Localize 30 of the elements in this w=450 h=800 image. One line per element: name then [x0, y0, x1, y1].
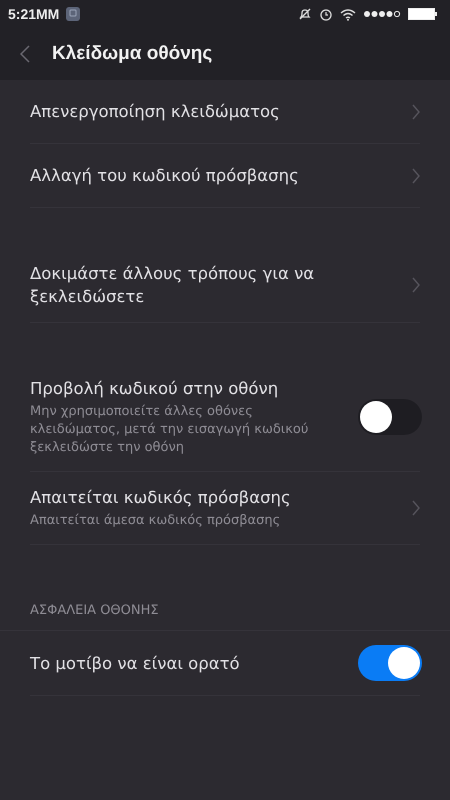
back-icon[interactable] — [20, 45, 30, 63]
toggle-switch[interactable] — [358, 645, 422, 681]
setting-label: Το μοτίβο να είναι ορατό — [30, 652, 241, 674]
toggle-setting-row[interactable]: Προβολή κωδικού στην οθόνη Μην χρησιμοποιείτε άλλες οθόνες κλειδώματος, μετά την εισαγωγή κωδικού ξεκλειδώστε την οθόνη — [30, 363, 420, 472]
toggle-setting-row[interactable]: Το μοτίβο να είναι ορατό — [30, 631, 420, 696]
setting-label: Αλλαγή του κωδικού πρόσβασης — [30, 165, 300, 187]
setting-label: Απαιτείται κωδικός πρόσβασης — [30, 487, 292, 509]
app-notification-icon — [66, 7, 80, 21]
section-header: ΑΣΦΑΛΕΙΑ ΟΘΟΝΗΣ — [0, 585, 450, 631]
setting-label: Απενεργοποίηση κλειδώματος — [30, 101, 281, 123]
setting-row[interactable]: Απαιτείται κωδικός πρόσβασης Απαιτείται άμεσα κωδικός πρόσβασης — [30, 472, 420, 545]
signal-icon — [363, 10, 401, 18]
setting-label: Προβολή κωδικού στην οθόνη — [30, 378, 280, 400]
setting-row[interactable]: Αλλαγή του κωδικού πρόσβασης — [30, 144, 420, 208]
alarm-icon — [319, 7, 333, 21]
setting-row[interactable]: Απενεργοποίηση κλειδώματος — [30, 80, 420, 144]
toggle-switch[interactable] — [358, 399, 422, 435]
setting-description: Απαιτείται άμεσα κωδικός πρόσβασης — [30, 512, 282, 530]
battery-icon — [408, 8, 438, 20]
setting-row[interactable]: Δοκιμάστε άλλους τρόπους για να ξεκλειδώσετε — [30, 248, 420, 323]
status-time: 5:21MM — [8, 6, 60, 22]
page-title: Κλείδωμα οθόνης — [52, 43, 212, 65]
wifi-icon — [340, 8, 356, 20]
mute-bell-icon — [298, 7, 312, 21]
chevron-icon — [412, 277, 420, 293]
chevron-icon — [412, 168, 420, 184]
chevron-icon — [412, 104, 420, 120]
setting-label: Δοκιμάστε άλλους τρόπους για να ξεκλειδώσετε — [30, 263, 316, 308]
setting-description: Μην χρησιμοποιείτε άλλες οθόνες κλειδώματος, μετά την εισαγωγή κωδικού ξεκλειδώστε την οθόνη — [30, 403, 310, 457]
chevron-icon — [412, 500, 420, 516]
